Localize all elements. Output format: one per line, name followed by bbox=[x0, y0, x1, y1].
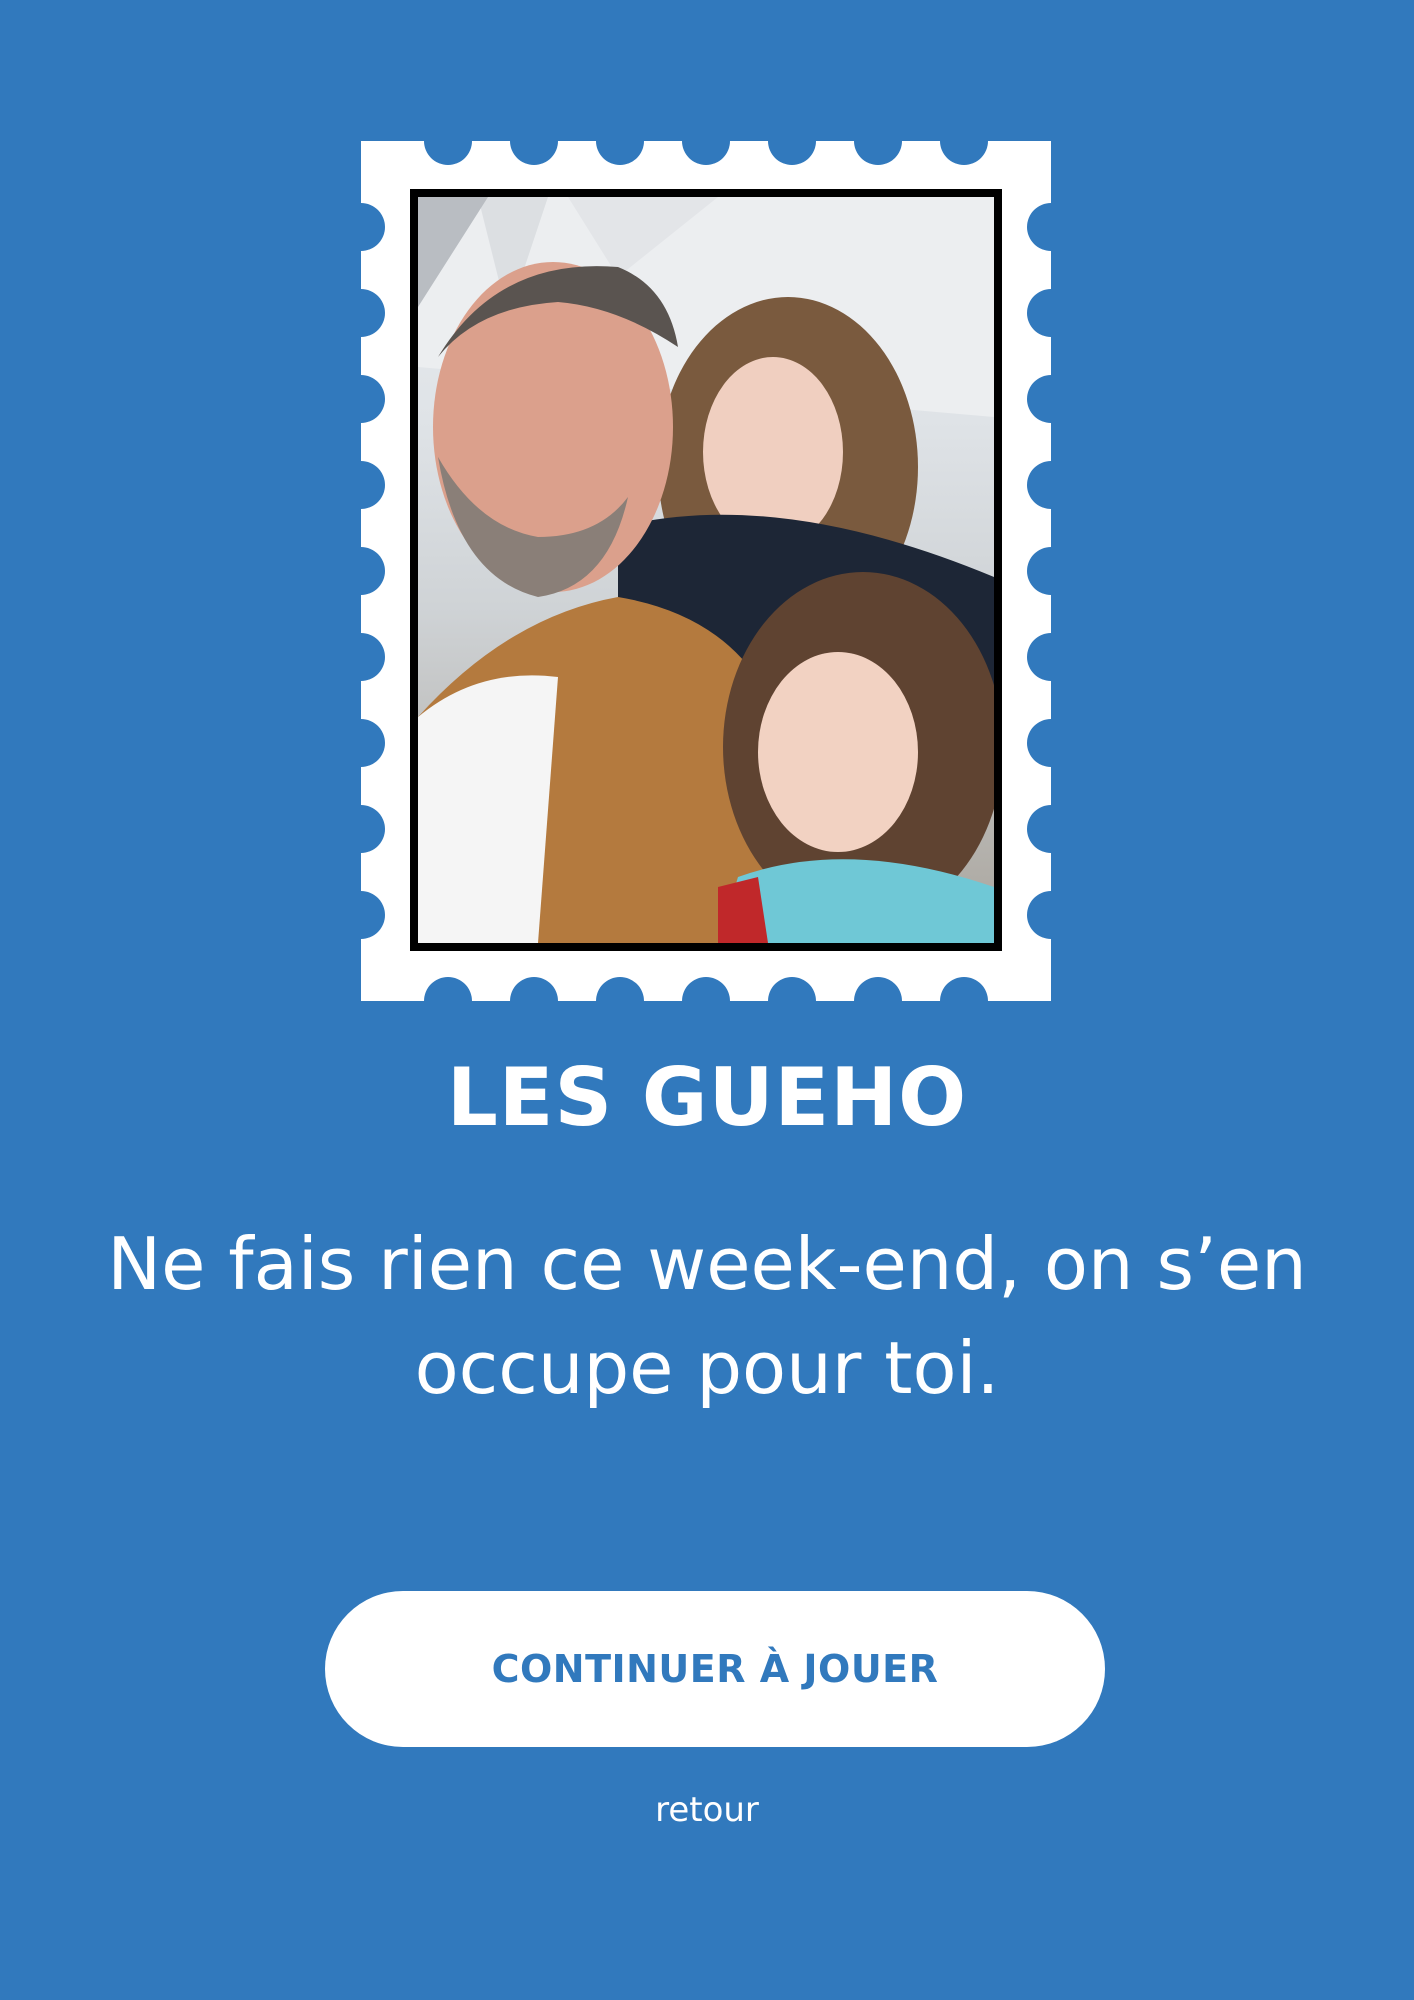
photo-frame bbox=[410, 189, 1002, 951]
page-title: LES GUEHO bbox=[446, 1051, 968, 1144]
back-link[interactable]: retour bbox=[0, 1785, 1414, 1835]
stamp bbox=[361, 141, 1051, 1001]
continue-button[interactable]: CONTINUER À JOUER bbox=[325, 1591, 1105, 1747]
family-photo bbox=[418, 197, 994, 943]
message-text: Ne fais rien ce week-end, on s’en occupe… bbox=[107, 1222, 1307, 1410]
